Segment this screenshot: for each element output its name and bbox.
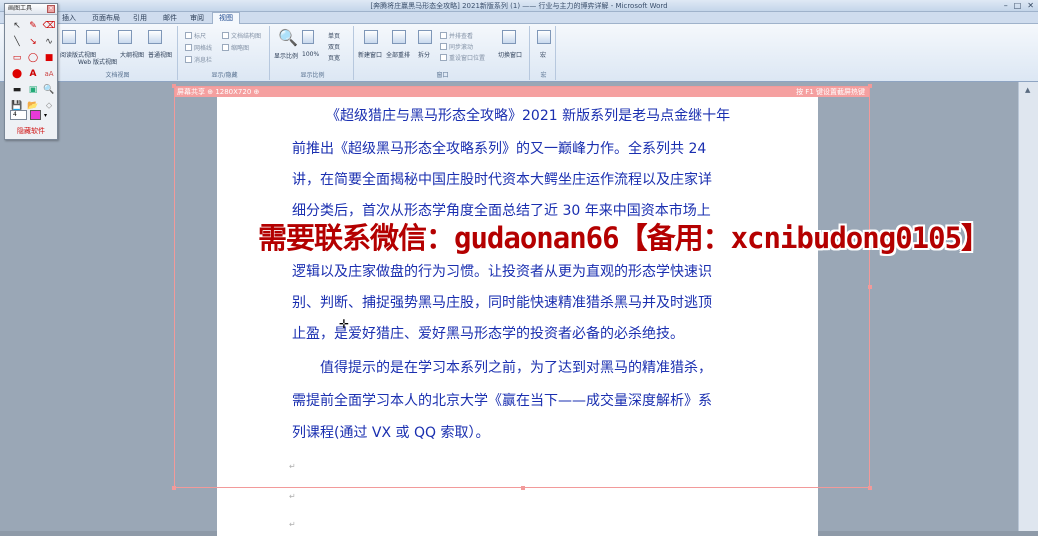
chevron-down-icon[interactable]: ▾ xyxy=(44,112,47,119)
group-label: 显示比例 xyxy=(300,72,325,79)
line-icon[interactable]: ╲ xyxy=(10,35,24,49)
highlighter-icon[interactable]: aA xyxy=(42,67,56,81)
page-width-button[interactable]: 页宽 xyxy=(328,53,340,62)
group-zoom: 🔍 显示比例 100% 单页 双页 页宽 显示比例 xyxy=(272,26,354,80)
eraser-icon[interactable]: ⌫ xyxy=(42,19,56,33)
group-label: 文档视图 xyxy=(105,72,130,79)
resize-handle[interactable] xyxy=(868,84,872,88)
filled-rect-icon[interactable]: ■ xyxy=(42,51,56,65)
outline-button[interactable]: 大纲视图 xyxy=(120,50,144,59)
pen-icon[interactable]: ✎ xyxy=(26,19,40,33)
ruler-icon[interactable]: ▬ xyxy=(10,83,24,97)
capture-toolbar: 屏幕共享 ⊕ 1280X720 ⊕ 按 F1 键设置截屏热键 xyxy=(175,87,869,97)
draft-icon[interactable] xyxy=(148,30,162,44)
capture-info[interactable]: 屏幕共享 ⊕ 1280X720 ⊕ xyxy=(177,87,259,97)
side-by-side-button[interactable]: 并排查看 xyxy=(440,31,473,40)
macros-icon[interactable] xyxy=(537,30,551,44)
tab-review[interactable]: 审阅 xyxy=(190,13,204,23)
split-button[interactable]: 拆分 xyxy=(418,50,430,59)
zoom-icon[interactable]: 🔍 xyxy=(278,28,298,47)
palette-close-icon[interactable]: × xyxy=(47,5,55,13)
group-window: 新建窗口 全部重排 拆分 并排查看 同步滚动 重设窗口位置 切换窗口 窗口 xyxy=(356,26,530,80)
close-button[interactable]: ✕ xyxy=(1027,1,1034,10)
tab-view[interactable]: 视图 xyxy=(212,12,240,24)
vertical-scrollbar[interactable]: ▲ xyxy=(1018,82,1038,531)
scroll-up-icon[interactable]: ▲ xyxy=(1025,86,1030,94)
switch-windows-button[interactable]: 切换窗口 xyxy=(498,50,522,59)
web-layout-icon[interactable] xyxy=(86,30,100,44)
capture-region[interactable]: 屏幕共享 ⊕ 1280X720 ⊕ 按 F1 键设置截屏热键 xyxy=(172,84,872,490)
one-page-button[interactable]: 单页 xyxy=(328,31,340,40)
line-width-select[interactable]: 4 xyxy=(10,110,27,120)
arrange-all-icon[interactable] xyxy=(392,30,406,44)
gridlines-checkbox[interactable]: 网格线 xyxy=(185,43,212,52)
zoom-100-button[interactable]: 100% xyxy=(302,51,319,58)
drawing-tool-palette: 画图工具 × ↖ ✎ ⌫ ╲ ↘ ∿ ▭ ◯ ■ ⬤ A aA ▬ ▣ 🔍 💾 … xyxy=(4,3,58,140)
text-icon[interactable]: A xyxy=(26,67,40,81)
switch-windows-icon[interactable] xyxy=(502,30,516,44)
arrow-icon[interactable]: ↘ xyxy=(26,35,40,49)
web-layout-button[interactable]: Web 版式视图 xyxy=(78,57,117,66)
tab-insert[interactable]: 插入 xyxy=(62,13,76,23)
tab-page-layout[interactable]: 页面布局 xyxy=(92,13,120,23)
group-macros: 宏 宏 xyxy=(532,26,556,80)
two-pages-button[interactable]: 双页 xyxy=(328,42,340,51)
outline-icon[interactable] xyxy=(118,30,132,44)
capture-hotkey-hint: 按 F1 键设置截屏热键 xyxy=(796,88,865,96)
move-cursor-icon: ✛ xyxy=(339,317,350,331)
tab-mailings[interactable]: 邮件 xyxy=(163,13,177,23)
reset-window-button[interactable]: 重设窗口位置 xyxy=(440,53,485,62)
group-label: 窗口 xyxy=(436,72,449,79)
message-bar-checkbox[interactable]: 消息栏 xyxy=(185,55,212,64)
ribbon: 阅读版式视图 Web 版式视图 大纲视图 普通视图 文档视图 标尺 网格线 消息… xyxy=(0,24,1038,82)
hundred-percent-icon[interactable] xyxy=(302,30,314,44)
paragraph-mark: ↵ xyxy=(289,520,296,529)
hide-software-button[interactable]: 隐藏软件 xyxy=(5,126,57,136)
document-map-checkbox[interactable]: 文档结构图 xyxy=(222,31,261,40)
sync-scroll-button[interactable]: 同步滚动 xyxy=(440,42,473,51)
watermark-contact: 需要联系微信：gudaonan66【备用：xcnibudong0105】 xyxy=(258,221,990,255)
rect-icon[interactable]: ▭ xyxy=(10,51,24,65)
resize-handle[interactable] xyxy=(868,486,872,490)
reading-layout-icon[interactable] xyxy=(62,30,76,44)
ribbon-tabs: 插入 页面布局 引用 邮件 审阅 视图 xyxy=(0,12,1038,24)
resize-handle[interactable] xyxy=(521,486,525,490)
window-title: [奔腾将庄赢黑马形态全攻略] 2021新版系列 (1) —— 行业与主力的博弈详… xyxy=(370,2,668,10)
arrange-all-button[interactable]: 全部重排 xyxy=(386,50,410,59)
palette-title-bar[interactable]: 画图工具 × xyxy=(5,4,57,15)
zoom-icon[interactable]: 🔍 xyxy=(42,83,56,97)
color-swatch[interactable] xyxy=(30,110,41,120)
filled-ellipse-icon[interactable]: ⬤ xyxy=(10,67,24,81)
ruler-checkbox[interactable]: 标尺 xyxy=(185,31,206,40)
group-document-views: 阅读版式视图 Web 版式视图 大纲视图 普通视图 文档视图 xyxy=(58,26,178,80)
title-bar: [奔腾将庄赢黑马形态全攻略] 2021新版系列 (1) —— 行业与主力的博弈详… xyxy=(0,0,1038,12)
zoom-button[interactable]: 显示比例 xyxy=(274,51,298,60)
palette-title: 画图工具 xyxy=(8,5,33,12)
draft-button[interactable]: 普通视图 xyxy=(148,50,172,59)
thumbnails-checkbox[interactable]: 缩略图 xyxy=(222,43,249,52)
group-show-hide: 标尺 网格线 消息栏 文档结构图 缩略图 显示/隐藏 xyxy=(180,26,270,80)
tab-references[interactable]: 引用 xyxy=(133,13,147,23)
resize-handle[interactable] xyxy=(172,486,176,490)
maximize-button[interactable]: □ xyxy=(1014,1,1022,10)
new-window-icon[interactable] xyxy=(364,30,378,44)
pointer-icon[interactable]: ↖ xyxy=(10,19,24,33)
minimize-button[interactable]: – xyxy=(1004,1,1008,10)
curve-icon[interactable]: ∿ xyxy=(42,35,56,49)
group-label: 宏 xyxy=(540,72,547,79)
resize-handle[interactable] xyxy=(868,285,872,289)
group-label: 显示/隐藏 xyxy=(211,72,238,79)
ellipse-icon[interactable]: ◯ xyxy=(26,51,40,65)
split-icon[interactable] xyxy=(418,30,432,44)
new-window-button[interactable]: 新建窗口 xyxy=(358,50,382,59)
macros-button[interactable]: 宏 xyxy=(540,50,546,59)
paragraph-mark: ↵ xyxy=(289,492,296,501)
resize-handle[interactable] xyxy=(172,84,176,88)
magnifier-icon[interactable]: ▣ xyxy=(26,83,40,97)
